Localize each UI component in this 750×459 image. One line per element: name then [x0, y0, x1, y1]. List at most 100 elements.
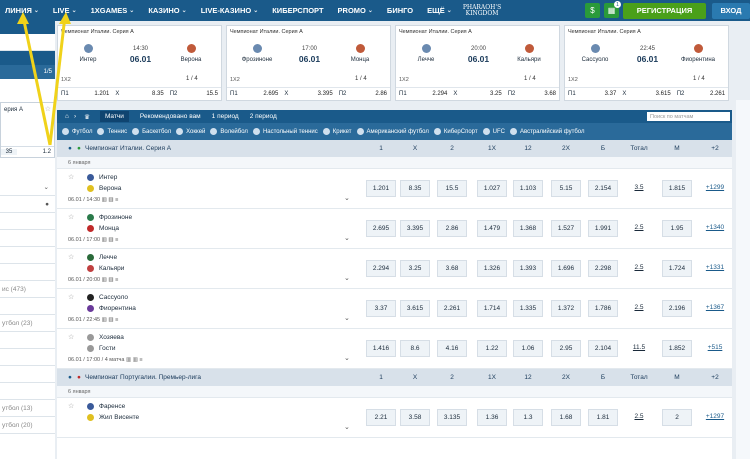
sport-filter-австралийский-футбол[interactable]: Австралийский футбол: [509, 128, 584, 135]
odds-value[interactable]: 3.615: [645, 91, 674, 97]
odds-cell[interactable]: 8.35: [400, 180, 430, 197]
odds-cell[interactable]: 1.368: [513, 220, 543, 237]
odds-cell[interactable]: 4.16: [437, 340, 467, 357]
odds-value[interactable]: 3.68: [530, 91, 559, 97]
nav-bingo[interactable]: БИНГО: [387, 6, 413, 15]
odds-cell[interactable]: 3.615: [400, 300, 430, 317]
login-button[interactable]: ВХОД: [712, 2, 750, 19]
match-row[interactable]: ☆ Интер Верона 06.01 / 14:30 ▥ ▥ ≡ 1.201 8.35…: [57, 169, 732, 209]
sidebar-row[interactable]: [0, 298, 55, 315]
home-icon[interactable]: ⌂: [65, 113, 69, 120]
odds-cell[interactable]: 1.479: [477, 220, 507, 237]
star-icon[interactable]: ☆: [68, 293, 74, 301]
card-pager[interactable]: 1 / 4: [186, 76, 198, 82]
odds-value[interactable]: 3.25: [476, 91, 505, 97]
event-card[interactable]: Чемпионат Италии. Серия А Сассуоло Фиорент…: [564, 25, 729, 101]
sport-filter-волейбол[interactable]: Волейбол: [210, 128, 248, 135]
more-markets-link[interactable]: +515: [700, 344, 730, 351]
sport-filter-киберспорт[interactable]: КиберСпорт: [433, 128, 478, 135]
odds-cell[interactable]: 15.5: [437, 180, 467, 197]
chevron-down-icon[interactable]: ⌄: [344, 423, 350, 431]
odds-cell[interactable]: 1.416: [366, 340, 396, 357]
home-team[interactable]: Интер: [87, 174, 117, 181]
league-header[interactable]: ● ● Чемпионат Португалии. Премьер-лига 1 X 2 1…: [57, 369, 732, 386]
away-team[interactable]: Кальяри: [87, 265, 124, 272]
odds-cell[interactable]: 2.104: [588, 340, 618, 357]
odds-cell[interactable]: 1.201: [366, 180, 396, 197]
nav-live[interactable]: LIVE ⌄: [53, 6, 77, 15]
nav-live-casino[interactable]: LIVE-КАЗИНО ⌄: [201, 6, 259, 15]
sport-filter-баскетбол[interactable]: Баскетбол: [132, 128, 171, 135]
odds-value[interactable]: 3.37: [591, 91, 620, 97]
sport-filter-американский-футбол[interactable]: Американский футбол: [356, 128, 429, 135]
odds-cell[interactable]: 2.261: [437, 300, 467, 317]
away-team[interactable]: Гости: [87, 345, 116, 352]
sidebar-row-football-13[interactable]: утбол (13): [0, 400, 55, 417]
more-markets-link[interactable]: +1299: [700, 184, 730, 191]
odds-value[interactable]: 2.294: [422, 91, 451, 97]
home-team[interactable]: Лечче: [87, 254, 117, 261]
match-row[interactable]: ☆ Сассуоло Фиорентина 06.01 / 22:45 ▥ ▥ ≡ 3.…: [57, 289, 732, 329]
chevron-down-icon[interactable]: ⌄: [344, 194, 350, 202]
home-team[interactable]: Хозяева: [87, 334, 124, 341]
home-team[interactable]: Сассуоло: [87, 294, 128, 301]
tab-recommended[interactable]: Рекомендовано вам: [140, 113, 201, 120]
odds-cell[interactable]: 1.68: [551, 409, 581, 426]
card-pager[interactable]: 1 / 4: [524, 76, 536, 82]
odds-cell[interactable]: 5.15: [551, 180, 581, 197]
match-row[interactable]: ☆ Фрозиноне Монца 06.01 / 17:00 ▥ ▥ ≡ 2.695 3…: [57, 209, 732, 249]
register-button[interactable]: РЕГИСТРАЦИЯ: [623, 2, 706, 19]
more-markets-link[interactable]: +1367: [700, 304, 730, 311]
sport-filter-настольный-теннис[interactable]: Настольный теннис: [252, 128, 318, 135]
tab-matches[interactable]: Матчи: [99, 111, 129, 122]
sidebar-row[interactable]: [0, 366, 55, 383]
odds-value[interactable]: 8.35: [138, 91, 167, 97]
sidebar-row-tennis[interactable]: ис (473): [0, 281, 55, 298]
sidebar-row-football-23[interactable]: утбол (23): [0, 315, 55, 332]
odds-cell[interactable]: 2.95: [551, 340, 581, 357]
star-icon[interactable]: ☆: [68, 333, 74, 341]
odds-cell[interactable]: 2.196: [662, 300, 692, 317]
chevron-down-icon[interactable]: ⌄: [344, 234, 350, 242]
odds-cell[interactable]: 3.68: [437, 260, 467, 277]
odds-cell[interactable]: 3.58: [400, 409, 430, 426]
odds-cell[interactable]: 1.714: [477, 300, 507, 317]
odds-value[interactable]: 2.261: [699, 91, 728, 97]
event-card[interactable]: Чемпионат Италии. Серия А Интер Верона 14:3…: [57, 25, 222, 101]
dollar-button[interactable]: $: [585, 3, 600, 18]
odds-cell[interactable]: 1.81: [588, 409, 618, 426]
nav-more[interactable]: ЕЩЁ ⌄: [427, 6, 452, 15]
odds-value[interactable]: 1.201: [84, 91, 113, 97]
sidebar-row[interactable]: ⌄: [0, 179, 55, 196]
card-pager[interactable]: 1 / 4: [355, 76, 367, 82]
league-header[interactable]: ● ● Чемпионат Италии. Серия А 1 X 2 1X 12 2X Б Тот…: [57, 140, 732, 157]
event-card[interactable]: Чемпионат Италии. Серия А Лечче Кальяри 20:…: [395, 25, 560, 101]
sport-filter-крикет[interactable]: Крикет: [322, 128, 352, 135]
more-markets-link[interactable]: +1297: [700, 413, 730, 420]
odds-cell[interactable]: 1.36: [477, 409, 507, 426]
odds-cell[interactable]: 3.37: [366, 300, 396, 317]
odds-cell[interactable]: 2.21: [366, 409, 396, 426]
more-markets-link[interactable]: +1340: [700, 224, 730, 231]
card-pager[interactable]: 1 / 4: [693, 76, 705, 82]
odds-cell[interactable]: 1.335: [513, 300, 543, 317]
sport-filter-теннис[interactable]: Теннис: [97, 128, 127, 135]
sport-filter-хоккей[interactable]: Хоккей: [176, 128, 205, 135]
away-team[interactable]: Верона: [87, 185, 121, 192]
home-team[interactable]: Фаренсе: [87, 403, 125, 410]
tab-period-2[interactable]: 2 период: [250, 113, 277, 120]
odds-cell[interactable]: 1.95: [662, 220, 692, 237]
star-icon[interactable]: ☆: [68, 402, 74, 410]
chevron-down-icon[interactable]: ⌄: [344, 354, 350, 362]
odds-cell[interactable]: 1.372: [551, 300, 581, 317]
star-icon[interactable]: ☆: [45, 105, 51, 113]
odds-cell[interactable]: 1.724: [662, 260, 692, 277]
event-card[interactable]: Чемпионат Италии. Серия А Фрозиноне Монца 1…: [226, 25, 391, 101]
star-icon[interactable]: ☆: [68, 213, 74, 221]
pharaohs-kingdom-logo[interactable]: PHARAOH'S KINGDOM: [463, 4, 501, 17]
odds-cell[interactable]: 3.25: [400, 260, 430, 277]
sidebar-row[interactable]: [0, 34, 55, 51]
odds-cell[interactable]: 1.786: [588, 300, 618, 317]
away-team[interactable]: Фиорентина: [87, 305, 136, 312]
home-team[interactable]: Фрозиноне: [87, 214, 132, 221]
